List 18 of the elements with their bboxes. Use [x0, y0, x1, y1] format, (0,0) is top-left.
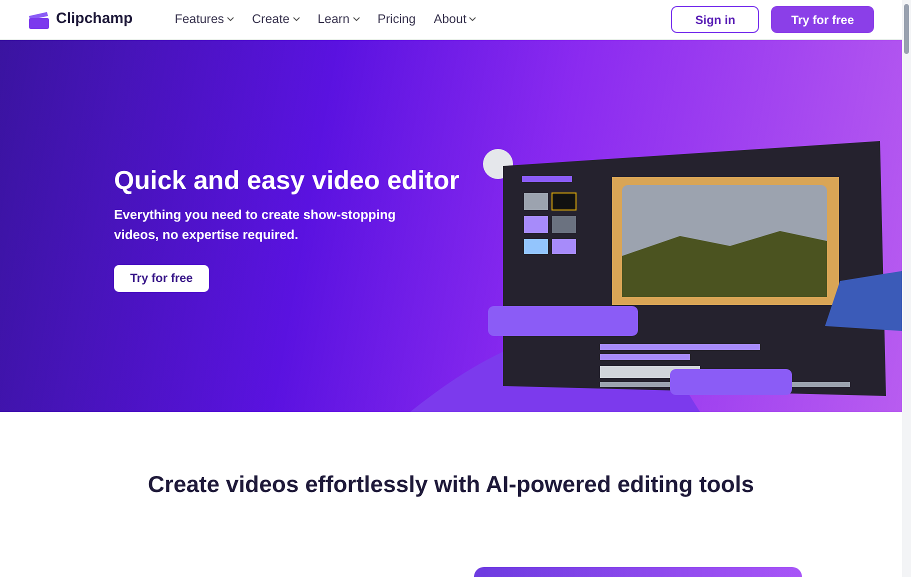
nav-link[interactable]: About: [434, 10, 476, 29]
hero-title: Quick and easy video editor: [114, 164, 460, 196]
chevron-down-icon: [469, 17, 476, 22]
nav-link[interactable]: Create: [252, 10, 300, 29]
section-heading: Create videos effortlessly with AI-powered editing tools: [148, 470, 754, 499]
scrollbar[interactable]: [902, 0, 911, 577]
hero-subtitle: Everything you need to create show-stopping videos, no expertise required.: [114, 206, 397, 244]
try-for-free-button[interactable]: Try for free: [771, 6, 874, 33]
chevron-down-icon: [227, 17, 234, 22]
chevron-down-icon: [292, 17, 300, 22]
nav-link[interactable]: Features: [174, 10, 234, 29]
nav-link[interactable]: Pricing: [378, 10, 416, 29]
try-for-free-button[interactable]: Try for free: [114, 264, 209, 292]
chevron-down-icon: [352, 17, 360, 22]
nav-link[interactable]: Learn: [318, 10, 360, 29]
clapperboard-logo-icon[interactable]: [28, 10, 50, 30]
brand-name[interactable]: Clipchamp: [56, 8, 133, 31]
sign-in-button[interactable]: Sign in: [671, 6, 760, 33]
